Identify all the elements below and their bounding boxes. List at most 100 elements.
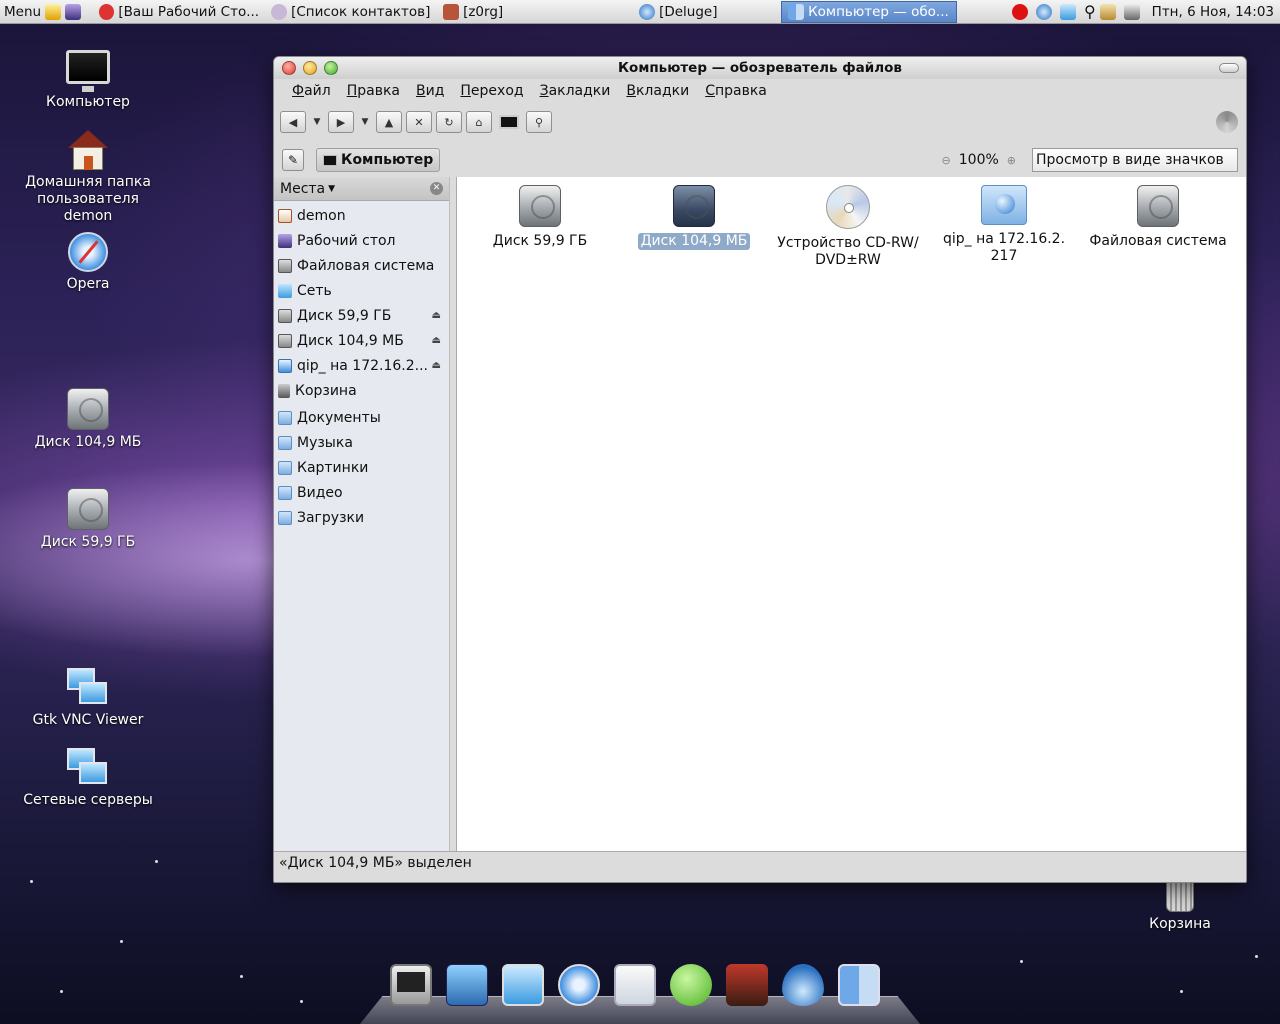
- home-button[interactable]: ⌂: [466, 111, 492, 133]
- dock: [390, 964, 880, 1006]
- view-mode-select[interactable]: Просмотр в виде значков: [1032, 148, 1238, 172]
- icon-view-pane[interactable]: Диск 59,9 ГБ Диск 104,9 МБ Устройство CD…: [456, 177, 1246, 853]
- desktop-icon-trash[interactable]: Корзина: [1100, 916, 1260, 933]
- chevron-down-icon[interactable]: ▼: [328, 184, 335, 194]
- display-tray-icon[interactable]: [1123, 3, 1140, 20]
- top-panel: Menu [Ваш Рабочий Сто... [Список контакт…: [0, 0, 1280, 24]
- sidebar-item-downloads[interactable]: Загрузки: [274, 505, 449, 530]
- network-tray-icon[interactable]: [1059, 3, 1076, 20]
- breadcrumb-computer[interactable]: Компьютер: [316, 148, 441, 172]
- close-button[interactable]: [282, 61, 296, 75]
- main-menu-button[interactable]: Menu: [0, 4, 45, 20]
- avatar-app-icon[interactable]: [726, 964, 768, 1006]
- launcher-icon[interactable]: [45, 3, 62, 20]
- window-manager-icon[interactable]: [614, 964, 656, 1006]
- zoom-out-icon[interactable]: ⊖: [942, 154, 951, 167]
- sidebar-item-filesystem[interactable]: Файловая система: [274, 253, 449, 278]
- close-sidebar-icon[interactable]: ✕: [430, 182, 443, 195]
- search-button[interactable]: ⚲: [526, 111, 552, 133]
- file-item-cdrom[interactable]: Устройство CD-RW/ DVD±RW: [773, 185, 923, 269]
- search-icon[interactable]: ⚲: [1084, 2, 1096, 21]
- stop-button[interactable]: ✕: [406, 111, 432, 133]
- forward-button[interactable]: ▶: [328, 111, 354, 133]
- menu-view[interactable]: Вид: [408, 83, 452, 99]
- computer-button[interactable]: [496, 111, 522, 133]
- task-deluge[interactable]: [Deluge]: [609, 1, 781, 23]
- sidebar-item-pictures[interactable]: Картинки: [274, 455, 449, 480]
- monitor-icon[interactable]: [502, 964, 544, 1006]
- edit-location-button[interactable]: ✎: [282, 149, 304, 171]
- desktop-icon-vnc[interactable]: Gtk VNC Viewer: [8, 668, 168, 729]
- hdd-icon: [673, 185, 715, 227]
- show-desktop-icon[interactable]: [65, 3, 82, 20]
- eject-icon[interactable]: ⏏: [432, 360, 441, 371]
- desktop-icon-disk-59[interactable]: Диск 59,9 ГБ: [8, 488, 168, 551]
- finder-icon[interactable]: [838, 964, 880, 1006]
- task-desktop[interactable]: [Ваш Рабочий Сто...: [93, 1, 265, 23]
- sidebar-item-qip-share[interactable]: qip_ на 172.16.2... ⏏: [274, 353, 449, 378]
- task-label: [z0rg]: [463, 3, 504, 20]
- zoom-in-icon[interactable]: ⊕: [1007, 154, 1016, 167]
- deluge-tray-icon[interactable]: [1035, 3, 1052, 20]
- reload-button[interactable]: ↻: [436, 111, 462, 133]
- deluge-icon[interactable]: [782, 964, 824, 1006]
- task-z0rg[interactable]: [z0rg]: [437, 1, 609, 23]
- up-button[interactable]: ▲: [376, 111, 402, 133]
- sidebar-item-disk-59[interactable]: Диск 59,9 ГБ ⏏: [274, 303, 449, 328]
- toolbar-toggle-button[interactable]: [1219, 63, 1239, 73]
- folder-icon: [278, 485, 292, 500]
- desktop-icon-home[interactable]: Домашняя папка пользователя demon: [8, 130, 168, 225]
- opera-browser-icon: [68, 232, 108, 272]
- sidebar-item-music[interactable]: Музыка: [274, 430, 449, 455]
- menu-tabs[interactable]: Вкладки: [618, 83, 697, 99]
- hdd-icon: [519, 185, 561, 227]
- sidebar-item-network[interactable]: Сеть: [274, 278, 449, 303]
- green-app-icon[interactable]: [670, 964, 712, 1006]
- menu-help[interactable]: Справка: [697, 83, 775, 99]
- eject-icon[interactable]: ⏏: [432, 335, 441, 346]
- sidebar-header[interactable]: Места ▼ ✕: [274, 177, 449, 201]
- sidebar-item-disk-104[interactable]: Диск 104,9 МБ ⏏: [274, 328, 449, 353]
- sidebar-item-desktop[interactable]: Рабочий стол: [274, 228, 449, 253]
- window-titlebar[interactable]: Компьютер — обозреватель файлов: [274, 57, 1246, 79]
- file-item-disk-104[interactable]: Диск 104,9 МБ: [619, 185, 769, 250]
- file-item-disk-59[interactable]: Диск 59,9 ГБ: [465, 185, 615, 250]
- opera-tray-icon[interactable]: [1011, 3, 1028, 20]
- desktop-icon-computer[interactable]: Компьютер: [8, 50, 168, 111]
- lock-icon[interactable]: [1099, 3, 1116, 20]
- opera-browser-icon[interactable]: [558, 964, 600, 1006]
- menu-go[interactable]: Переход: [452, 83, 531, 99]
- sidebar-item-label: Диск 104,9 МБ: [297, 332, 404, 349]
- desktop-icon-label: Сетевые серверы: [23, 792, 153, 808]
- task-contacts[interactable]: [Список контактов]: [265, 1, 437, 23]
- forward-history-dropdown[interactable]: ▼: [358, 111, 372, 133]
- zoom-level[interactable]: 100%: [959, 152, 999, 168]
- terminal-icon[interactable]: [390, 964, 432, 1006]
- back-button[interactable]: ◀: [280, 111, 306, 133]
- sidebar-item-demon[interactable]: demon: [274, 203, 449, 228]
- desktop-icon-opera[interactable]: Opera: [8, 232, 168, 293]
- menu-edit[interactable]: Правка: [339, 83, 408, 99]
- task-label: Компьютер — обо...: [808, 3, 949, 20]
- minimize-button[interactable]: [303, 61, 317, 75]
- clock[interactable]: Птн, 6 Ноя, 14:03: [1152, 4, 1274, 20]
- sidebar-item-videos[interactable]: Видео: [274, 480, 449, 505]
- menu-file[interactable]: Файл: [284, 83, 339, 99]
- sidebar-item-documents[interactable]: Документы: [274, 405, 449, 430]
- folder-icon: [278, 460, 292, 475]
- file-item-label: qip_ на 172.16.2. 217: [942, 231, 1066, 264]
- sidebar-item-label: Диск 59,9 ГБ: [297, 307, 392, 324]
- image-viewer-icon[interactable]: [446, 964, 488, 1006]
- file-item-filesystem[interactable]: Файловая система: [1083, 185, 1233, 250]
- desktop-icon-disk-104[interactable]: Диск 104,9 МБ: [8, 388, 168, 451]
- menu-bookmarks[interactable]: Закладки: [532, 83, 619, 99]
- trash-icon[interactable]: [1166, 880, 1194, 912]
- file-item-qip-share[interactable]: qip_ на 172.16.2. 217: [929, 185, 1079, 265]
- eject-icon[interactable]: ⏏: [432, 310, 441, 321]
- desktop-icon-network-servers[interactable]: Сетевые серверы: [8, 748, 168, 809]
- back-history-dropdown[interactable]: ▼: [310, 111, 324, 133]
- maximize-button[interactable]: [324, 61, 338, 75]
- sidebar-item-trash[interactable]: Корзина: [274, 378, 449, 403]
- task-file-browser[interactable]: Компьютер — обо...: [781, 0, 958, 23]
- sidebar-item-label: qip_ на 172.16.2...: [297, 357, 428, 374]
